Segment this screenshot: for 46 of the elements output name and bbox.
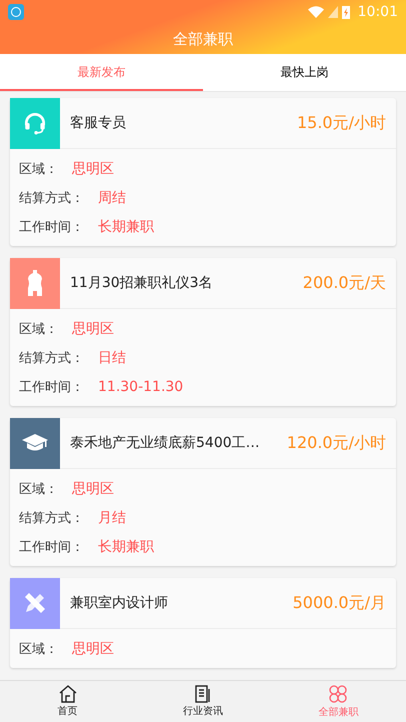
battery-icon bbox=[342, 5, 350, 19]
field-label: 区域： bbox=[19, 640, 58, 659]
status-time: 10:01 bbox=[358, 2, 398, 22]
field-label: 区域： bbox=[19, 320, 58, 339]
field-value: 长期兼职 bbox=[98, 538, 154, 557]
job-title: 客服专员 bbox=[70, 114, 127, 132]
home-icon bbox=[58, 684, 78, 702]
field-value: 月结 bbox=[98, 509, 126, 528]
signal-icon bbox=[328, 6, 338, 18]
wifi-icon bbox=[308, 6, 324, 18]
field-label: 结算方式： bbox=[19, 350, 84, 368]
job-card[interactable]: 泰禾地产无业绩底薪5400工… 120.0元/小时 区域： 思明区 结算方式： 月结 工作时间： 长期兼职 bbox=[10, 418, 396, 566]
job-pay: 120.0元/小时 bbox=[286, 432, 386, 454]
dress-form-icon bbox=[25, 269, 45, 297]
tab[interactable]: 最快上岗 bbox=[203, 54, 406, 91]
field-label: 区域： bbox=[19, 480, 58, 499]
field-value: 长期兼职 bbox=[98, 218, 154, 237]
job-pay: 200.0元/天 bbox=[302, 272, 386, 294]
field-label: 结算方式： bbox=[19, 510, 84, 528]
field-label: 工作时间： bbox=[19, 378, 84, 397]
field-value: 思明区 bbox=[72, 160, 114, 179]
job-title: 兼职室内设计师 bbox=[70, 594, 169, 612]
nav-item[interactable]: 首页 bbox=[0, 681, 136, 722]
field-value: 周结 bbox=[98, 189, 126, 208]
page-title: 全部兼职 bbox=[173, 28, 233, 50]
field-label: 区域： bbox=[19, 160, 58, 179]
job-card[interactable]: 兼职室内设计师 5000.0元/月 区域： 思明区 bbox=[10, 578, 396, 668]
job-title: 11月30招兼职礼仪3名 bbox=[70, 274, 214, 292]
field-label: 工作时间： bbox=[19, 538, 84, 557]
field-value: 11.30-11.30 bbox=[98, 378, 184, 397]
nav-item[interactable]: 行业资讯 bbox=[135, 681, 271, 722]
job-card[interactable]: 11月30招兼职礼仪3名 200.0元/天 区域： 思明区 结算方式： 日结 工作时间： 11.30-11.30 bbox=[10, 258, 396, 406]
job-card[interactable]: 客服专员 15.0元/小时 区域： 思明区 结算方式： 周结 工作时间： 长期兼职 bbox=[10, 98, 396, 246]
clover-icon bbox=[328, 684, 348, 704]
field-value: 思明区 bbox=[72, 640, 114, 659]
headset-icon bbox=[22, 110, 48, 136]
job-title: 泰禾地产无业绩底薪5400工… bbox=[70, 434, 261, 452]
app-logo-icon bbox=[8, 4, 24, 20]
field-value: 日结 bbox=[98, 349, 126, 368]
field-label: 工作时间： bbox=[19, 218, 84, 237]
job-pay: 15.0元/小时 bbox=[296, 112, 386, 134]
document-icon bbox=[194, 684, 211, 702]
field-label: 结算方式： bbox=[19, 190, 84, 208]
job-pay: 5000.0元/月 bbox=[292, 592, 386, 614]
field-value: 思明区 bbox=[72, 320, 114, 339]
field-value: 思明区 bbox=[72, 480, 114, 499]
